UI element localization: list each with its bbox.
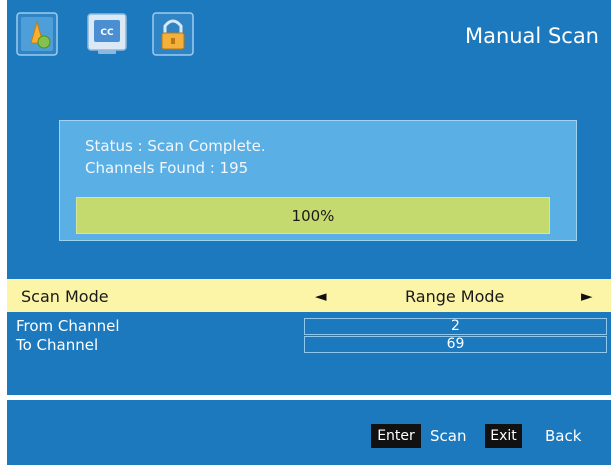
parental-lock-icon[interactable] [152, 12, 194, 56]
page-title: Manual Scan [464, 24, 599, 48]
cc-text: CC [100, 28, 114, 38]
progress-percent: 100% [291, 207, 335, 225]
arrow-right-icon[interactable]: ► [581, 287, 593, 305]
scan-progress-bar: 100% [76, 197, 550, 234]
tv-menu-screen: CC Manual Scan Status : Scan Complete. C… [0, 0, 611, 465]
exit-key[interactable]: Exit [485, 424, 522, 448]
scan-action-label: Scan [430, 427, 467, 445]
channels-found-text: Channels Found : 195 [85, 159, 249, 177]
arrow-left-icon[interactable]: ◄ [315, 287, 327, 305]
scan-mode-label: Scan Mode [21, 287, 109, 306]
to-channel-field[interactable]: 69 [304, 336, 607, 353]
from-channel-label: From Channel [16, 317, 120, 335]
scan-mode-value: Range Mode [405, 287, 505, 306]
scan-status-text: Status : Scan Complete. [85, 137, 266, 155]
closed-caption-icon[interactable]: CC [86, 12, 128, 56]
picture-settings-icon[interactable] [16, 12, 58, 56]
scan-mode-row[interactable]: Scan Mode ◄ Range Mode ► [7, 279, 611, 312]
enter-key[interactable]: Enter [371, 424, 421, 448]
back-action-label: Back [545, 427, 582, 445]
from-channel-field[interactable]: 2 [304, 318, 607, 335]
scan-status-panel: Status : Scan Complete. Channels Found :… [59, 120, 577, 241]
to-channel-label: To Channel [16, 336, 99, 354]
